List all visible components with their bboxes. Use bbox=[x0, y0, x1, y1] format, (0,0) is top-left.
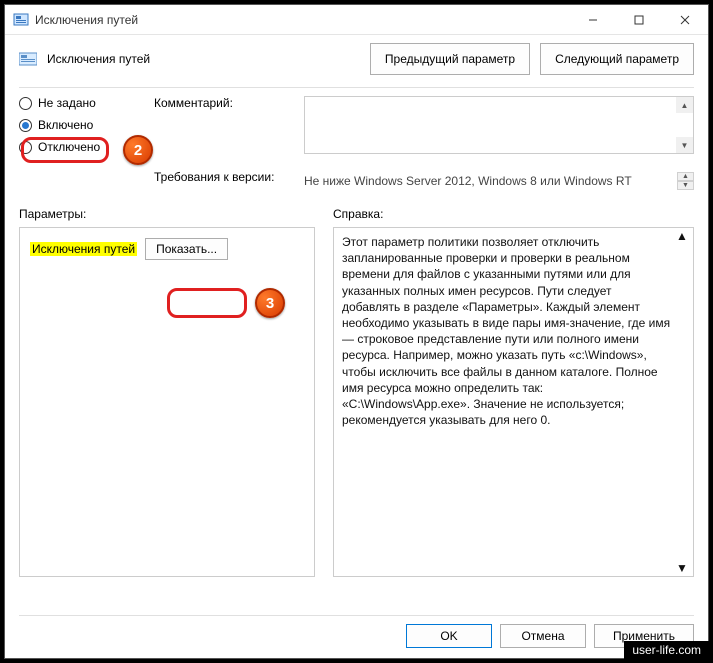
chevron-down-icon[interactable]: ▼ bbox=[677, 181, 694, 190]
radio-label: Отключено bbox=[38, 140, 100, 154]
chevron-up-icon[interactable]: ▲ bbox=[677, 172, 694, 181]
scroll-down-icon[interactable]: ▼ bbox=[676, 560, 693, 576]
parameters-section-label: Параметры: bbox=[19, 207, 315, 221]
help-text: Этот параметр политики позволяет отключи… bbox=[342, 235, 670, 427]
show-button[interactable]: Показать... bbox=[145, 238, 228, 260]
parameter-item-name: Исключения путей bbox=[30, 242, 137, 256]
app-icon bbox=[13, 12, 29, 28]
requirements-label: Требования к версии: bbox=[154, 170, 294, 184]
scroll-up-icon[interactable]: ▲ bbox=[676, 97, 693, 113]
comment-textarea[interactable]: ▲ ▼ bbox=[304, 96, 694, 154]
radio-disabled[interactable]: Отключено bbox=[19, 140, 124, 154]
scrollbar[interactable]: ▲ ▼ bbox=[676, 97, 693, 153]
spinner[interactable]: ▲ ▼ bbox=[677, 172, 694, 190]
scrollbar[interactable]: ▲ ▼ bbox=[676, 228, 693, 576]
close-button[interactable] bbox=[662, 5, 708, 35]
radio-not-configured[interactable]: Не задано bbox=[19, 96, 124, 110]
help-section-label: Справка: bbox=[333, 207, 694, 221]
requirements-value: Не ниже Windows Server 2012, Windows 8 и… bbox=[304, 170, 694, 193]
dialog-window: Исключения путей Исключения путей Предыд… bbox=[4, 4, 709, 659]
radio-enabled[interactable]: Включено bbox=[19, 118, 124, 132]
minimize-button[interactable] bbox=[570, 5, 616, 35]
parameters-panel: Исключения путей Показать... bbox=[19, 227, 315, 577]
radio-label: Не задано bbox=[38, 96, 96, 110]
scroll-down-icon[interactable]: ▼ bbox=[676, 137, 693, 153]
maximize-button[interactable] bbox=[616, 5, 662, 35]
title-bar: Исключения путей bbox=[5, 5, 708, 35]
watermark: user-life.com bbox=[624, 641, 709, 659]
toolbar-title: Исключения путей bbox=[47, 52, 150, 66]
policy-icon bbox=[19, 51, 37, 67]
radio-icon bbox=[19, 141, 32, 154]
window-title: Исключения путей bbox=[35, 13, 570, 27]
annotation-marker-3: 3 bbox=[255, 288, 285, 318]
radio-icon bbox=[19, 119, 32, 132]
state-radio-group: Не задано Включено Отключено bbox=[19, 96, 124, 193]
ok-button[interactable]: OK bbox=[406, 624, 492, 648]
cancel-button[interactable]: Отмена bbox=[500, 624, 586, 648]
annotation-marker-2: 2 bbox=[123, 135, 153, 165]
toolbar: Исключения путей Предыдущий параметр Сле… bbox=[5, 35, 708, 83]
next-setting-button[interactable]: Следующий параметр bbox=[540, 43, 694, 75]
radio-icon bbox=[19, 97, 32, 110]
previous-setting-button[interactable]: Предыдущий параметр bbox=[370, 43, 530, 75]
help-text-panel: Этот параметр политики позволяет отключи… bbox=[333, 227, 694, 577]
radio-label: Включено bbox=[38, 118, 93, 132]
comment-label: Комментарий: bbox=[154, 96, 294, 110]
scroll-up-icon[interactable]: ▲ bbox=[676, 228, 693, 244]
